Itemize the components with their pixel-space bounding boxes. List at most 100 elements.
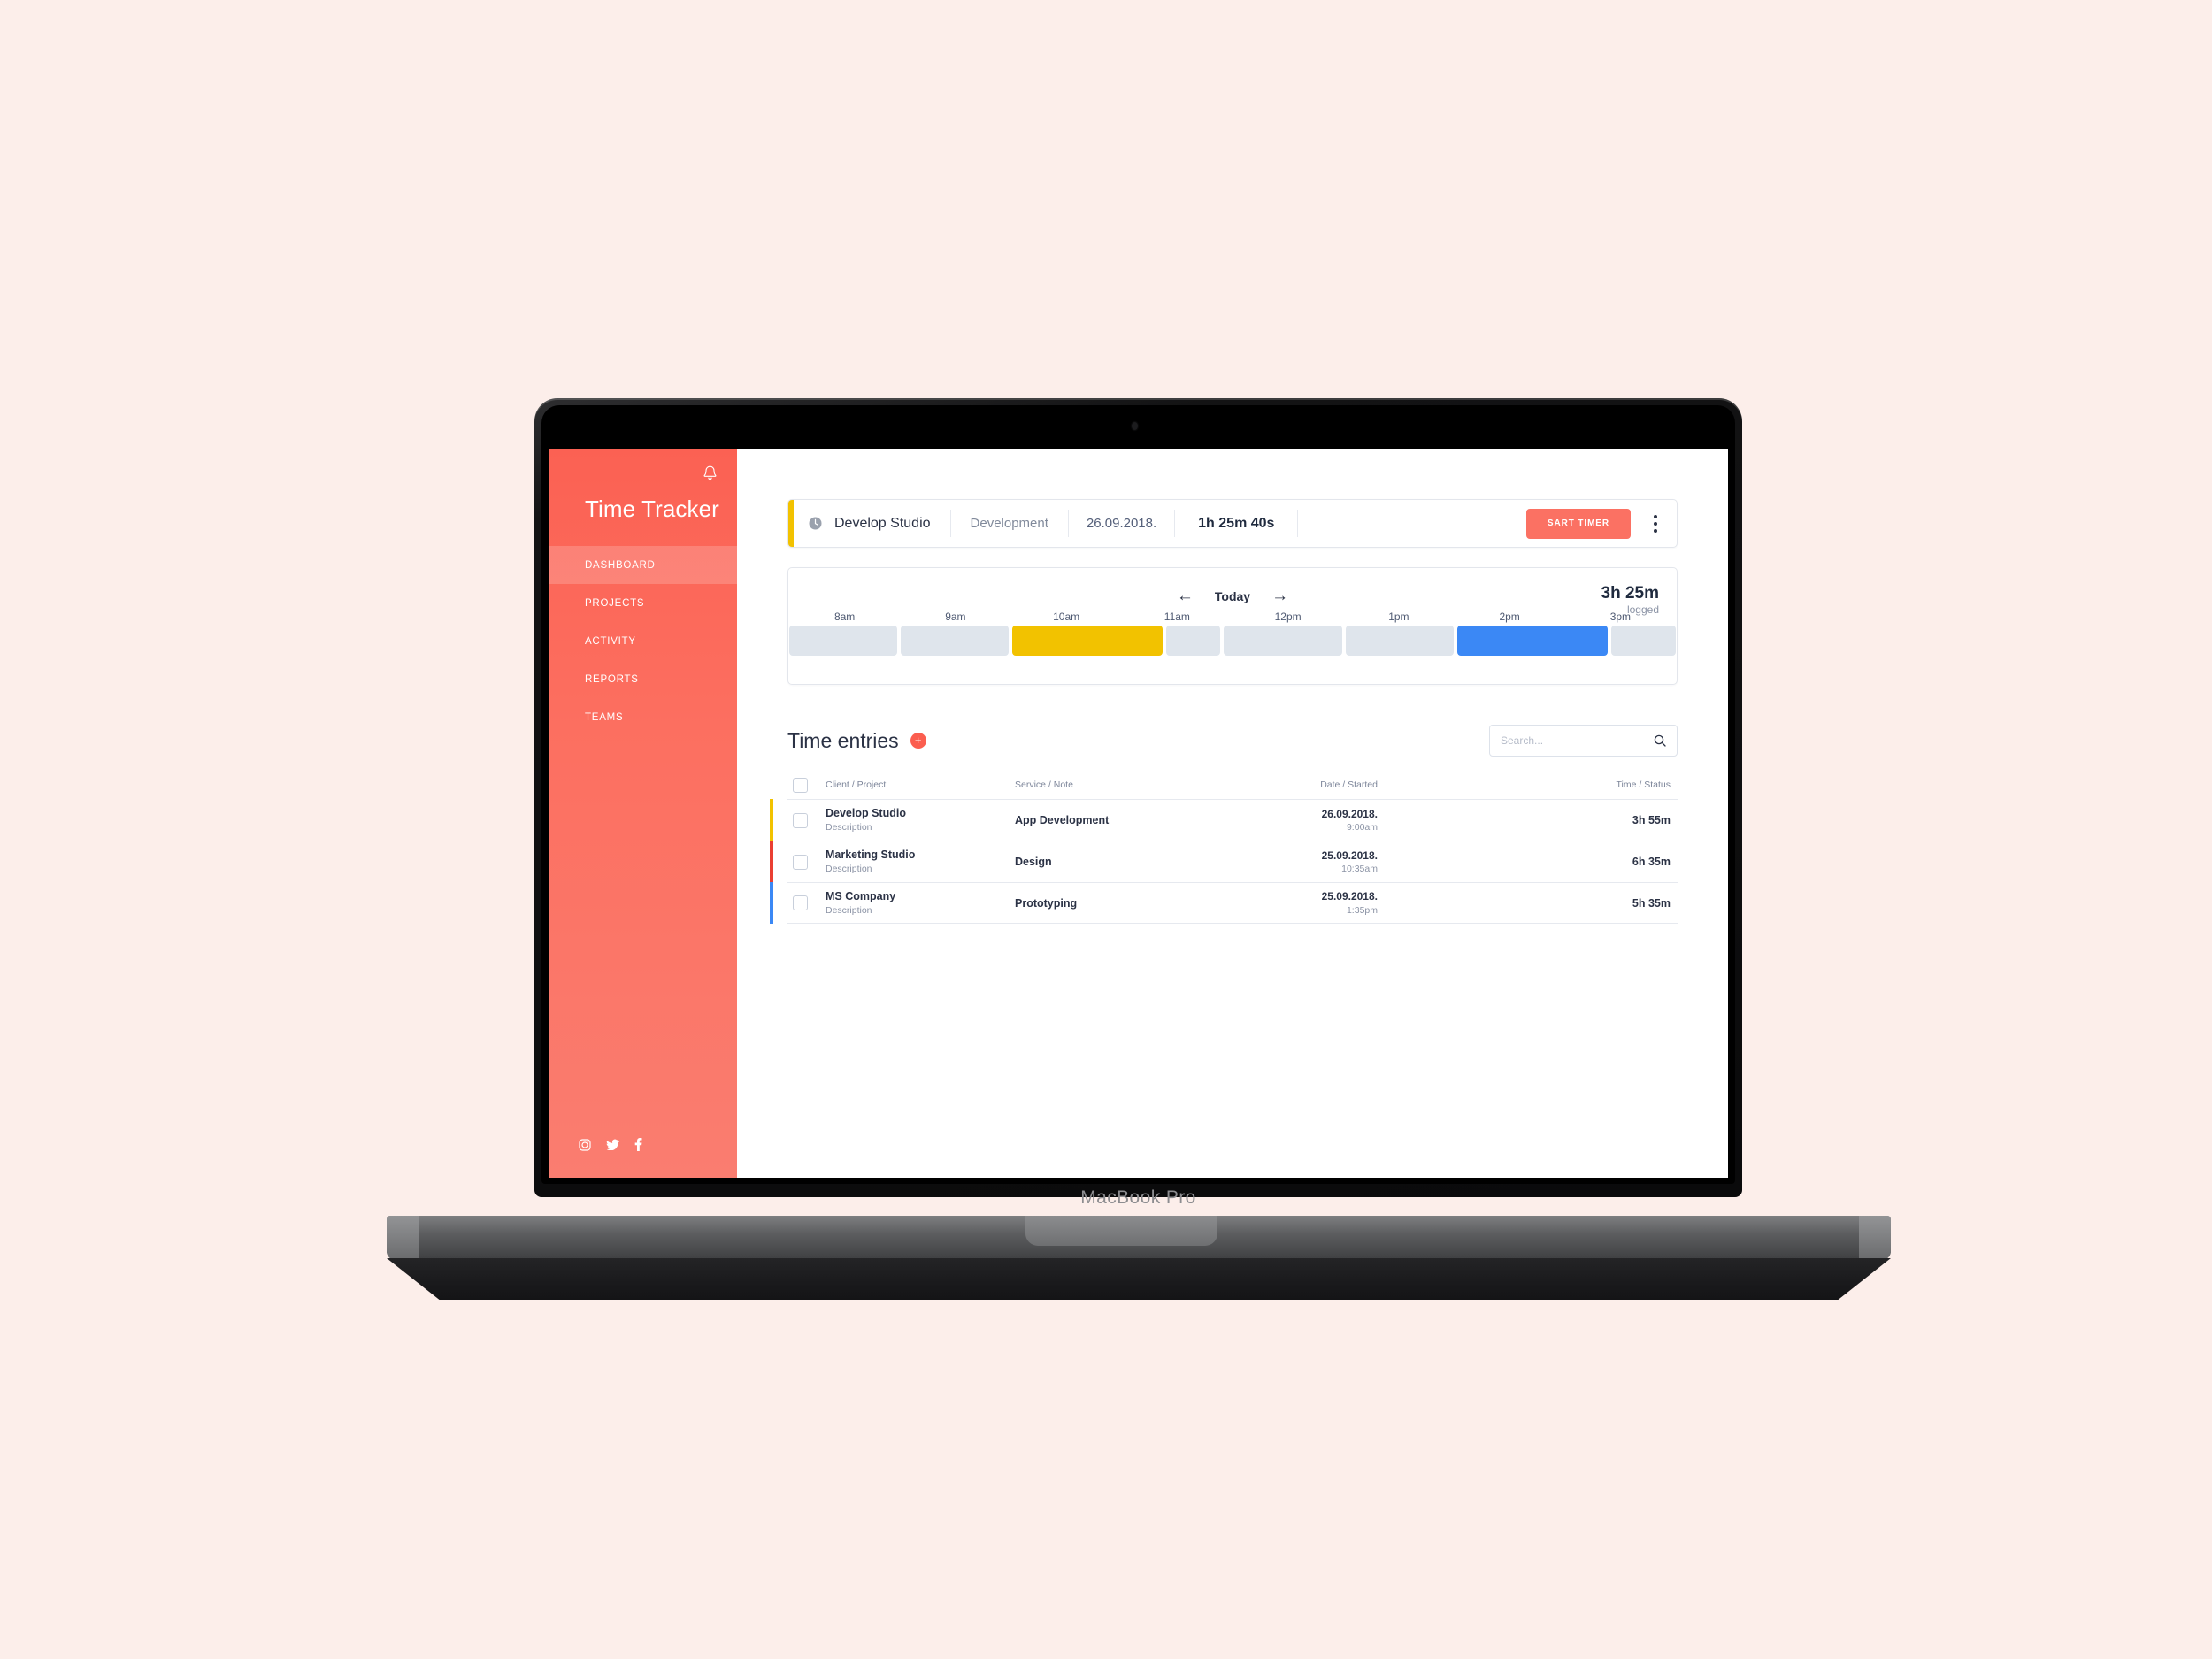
row-checkbox[interactable] <box>793 895 808 910</box>
device-label: MacBook Pro <box>1080 1187 1196 1208</box>
cell-time: 3h 55m <box>1632 814 1671 826</box>
start-timer-button[interactable]: SART TIMER <box>1525 508 1631 539</box>
sidebar-item-activity[interactable]: ACTIVITY <box>549 622 737 660</box>
arrow-right-icon[interactable]: → <box>1271 588 1288 604</box>
timeline-total-label: logged <box>1626 603 1659 616</box>
entry-date: 26.09.2018. <box>1321 807 1378 820</box>
timeline-total: 3h 25m logged <box>1601 584 1659 616</box>
sidebar-item-label: TEAMS <box>585 711 624 723</box>
column-header-time: Time / Status <box>1616 780 1671 790</box>
sidebar-item-dashboard[interactable]: DASHBOARD <box>549 546 737 584</box>
entry-date: 25.09.2018. <box>1321 890 1378 903</box>
column-header-date: Date / Started <box>1320 780 1378 790</box>
search-icon[interactable] <box>1654 734 1666 747</box>
cell-client: MS Company Description <box>808 889 1015 917</box>
cell-date: 26.09.2018. 9:00am <box>1231 807 1429 833</box>
client-description: Description <box>826 904 872 916</box>
cell-client: Marketing Studio Description <box>808 848 1015 875</box>
entries-table: Client / Project Service / Note Date / S… <box>770 771 1678 924</box>
column-header-service: Service / Note <box>1015 780 1073 790</box>
row-accent-bar <box>770 799 773 841</box>
notifications-row <box>549 449 737 495</box>
table-header-row: Client / Project Service / Note Date / S… <box>787 771 1678 799</box>
social-links <box>579 1138 642 1151</box>
table-row[interactable]: MS Company Description Prototyping 25.09.20… <box>770 882 1678 924</box>
laptop-trackpad-notch <box>1025 1216 1217 1246</box>
row-accent-bar <box>770 882 773 924</box>
client-name: Develop Studio <box>826 807 906 820</box>
sidebar-item-label: REPORTS <box>585 673 639 685</box>
active-timer-bar: Develop Studio Development 26.09.2018. 1… <box>787 499 1678 548</box>
sidebar-item-projects[interactable]: PROJECTS <box>549 584 737 622</box>
entry-started: 1:35pm <box>1346 904 1378 916</box>
sidebar: Time Tracker DASHBOARD PROJECTS ACTIVITY… <box>549 449 737 1178</box>
column-header-client: Client / Project <box>826 780 887 790</box>
webcam-icon <box>1132 422 1138 430</box>
timer-service[interactable]: Development <box>951 500 1068 547</box>
timer-elapsed: 1h 25m 40s <box>1198 515 1275 531</box>
timeline-hour-label: 10am <box>1053 611 1080 623</box>
row-checkbox[interactable] <box>793 812 808 828</box>
client-description: Description <box>826 864 872 875</box>
timeline-empty-slot <box>1345 626 1454 656</box>
sidebar-item-reports[interactable]: REPORTS <box>549 660 737 698</box>
add-entry-button[interactable]: + <box>910 733 926 749</box>
facebook-icon[interactable] <box>634 1138 642 1151</box>
page-title: Time entries <box>787 728 899 752</box>
entry-started: 10:35am <box>1341 864 1378 874</box>
instagram-icon[interactable] <box>579 1138 591 1151</box>
timeline-hour-label: 8am <box>833 611 856 623</box>
row-accent-bar <box>770 841 773 883</box>
cell-date: 25.09.2018. 1:35pm <box>1231 889 1429 916</box>
client-name: Marketing Studio <box>826 849 916 862</box>
app-title: Time Tracker <box>585 495 719 522</box>
timeline-today-label[interactable]: Today <box>1215 589 1250 603</box>
cell-client: Develop Studio Description <box>808 806 1015 833</box>
cell-service: Prototyping <box>1015 896 1078 910</box>
select-all-checkbox[interactable] <box>793 777 808 793</box>
sidebar-item-label: DASHBOARD <box>585 559 656 571</box>
timeline-hour-label: 2pm <box>1499 611 1520 623</box>
bell-icon[interactable] <box>703 464 718 481</box>
laptop-base-edge-left <box>387 1216 419 1260</box>
clock-icon <box>794 500 822 547</box>
entry-started: 9:00am <box>1346 822 1378 833</box>
timeline-hour-label: 1pm <box>1388 611 1409 623</box>
twitter-icon[interactable] <box>606 1139 619 1150</box>
timeline-empty-slot <box>900 626 1009 656</box>
timeline-track <box>788 626 1677 656</box>
sidebar-item-teams[interactable]: TEAMS <box>549 698 737 736</box>
timeline-nav: ← Today → <box>788 568 1677 604</box>
sidebar-item-label: PROJECTS <box>585 597 645 609</box>
timeline-card: ← Today → 3h 25m logged 8am 9am 10am 11am 12… <box>787 567 1678 685</box>
cell-time: 6h 35m <box>1632 856 1671 868</box>
cell-time: 5h 35m <box>1632 896 1671 910</box>
table-row[interactable]: Marketing Studio Description Design 25.09.2… <box>770 841 1678 883</box>
more-vertical-icon[interactable] <box>1634 500 1677 547</box>
timeline-entry-block[interactable] <box>1456 626 1608 656</box>
entries-header: Time entries + <box>787 723 1678 758</box>
arrow-left-icon[interactable]: ← <box>1177 588 1194 604</box>
table-row[interactable]: Develop Studio Description App Development… <box>770 799 1678 841</box>
cell-service: App Development <box>1015 814 1110 826</box>
timeline-hour-labels: 8am 9am 10am 11am 12pm 1pm 2pm 3pm <box>788 611 1677 623</box>
timeline-empty-slot <box>1223 626 1342 656</box>
entry-date: 25.09.2018. <box>1321 849 1378 862</box>
row-checkbox[interactable] <box>793 854 808 870</box>
timeline-empty-slot <box>1165 626 1220 656</box>
client-name: MS Company <box>826 889 896 902</box>
sidebar-item-label: ACTIVITY <box>585 635 636 647</box>
timer-project[interactable]: Develop Studio <box>822 500 950 547</box>
timeline-hour-label: 9am <box>945 611 966 623</box>
app-screen: Time Tracker DASHBOARD PROJECTS ACTIVITY… <box>549 449 1728 1178</box>
sidebar-nav: DASHBOARD PROJECTS ACTIVITY REPORTS TEAM… <box>549 546 737 736</box>
search-input[interactable] <box>1501 734 1654 747</box>
main-content: Develop Studio Development 26.09.2018. 1… <box>737 449 1728 1178</box>
cell-date: 25.09.2018. 10:35am <box>1231 849 1429 875</box>
timeline-entry-block[interactable] <box>1011 626 1163 656</box>
search-box[interactable] <box>1489 725 1678 757</box>
timeline-hour-label: 11am <box>1164 611 1190 623</box>
timer-date[interactable]: 26.09.2018. <box>1069 500 1174 547</box>
timeline-total-value: 3h 25m <box>1601 584 1659 603</box>
